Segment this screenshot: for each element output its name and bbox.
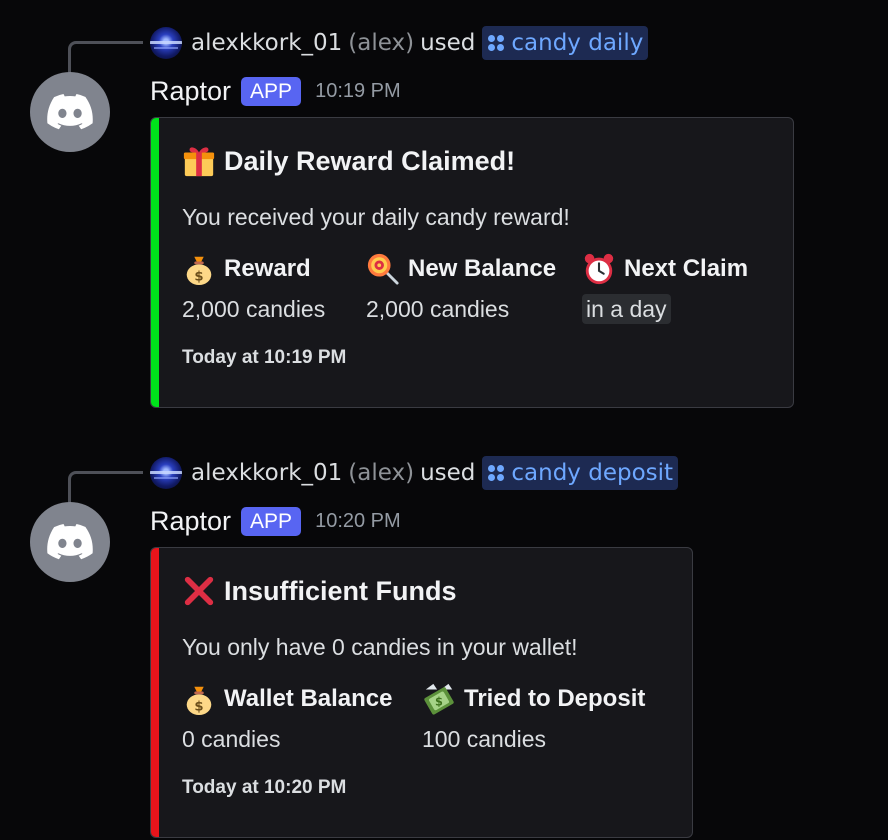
money-with-wings-icon: $ — [424, 683, 454, 715]
galaxy-avatar-icon[interactable] — [150, 457, 182, 489]
gift-icon — [183, 147, 215, 177]
field-value: 2,000 candies — [182, 296, 326, 322]
author-name[interactable]: Raptor — [150, 506, 231, 537]
embed-field-new-balance: New Balance 2,000 candies — [366, 252, 556, 326]
embed-field-wallet-balance: $ Wallet Balance 0 candies — [182, 682, 393, 756]
reply-connector — [68, 41, 143, 74]
timestamp[interactable]: 10:19 PM — [315, 80, 401, 103]
reply-context[interactable]: alexkkork_01 (alex) used candy daily — [150, 26, 649, 60]
embed-field-reward: $ Reward 2,000 candies — [182, 252, 325, 326]
cross-mark-icon — [184, 576, 214, 606]
embed-footer: Today at 10:19 PM — [182, 347, 347, 368]
slash-command-icon — [487, 34, 505, 52]
embed-title-text: Daily Reward Claimed! — [224, 145, 516, 176]
money-bag-icon: $ — [186, 686, 212, 716]
embed-title: Daily Reward Claimed! — [182, 144, 515, 178]
embed-title-text: Insufficient Funds — [224, 575, 457, 606]
field-name: New Balance — [408, 255, 557, 282]
discord-logo-icon[interactable] — [30, 502, 110, 582]
embed-footer: Today at 10:20 PM — [182, 777, 347, 798]
field-value: 100 candies — [422, 726, 547, 752]
field-value: in a day — [582, 292, 748, 326]
reply-context[interactable]: alexkkork_01 (alex) used candy deposit — [150, 456, 679, 490]
message-header: Raptor APP 10:20 PM — [150, 503, 401, 539]
field-name: Next Claim — [624, 255, 749, 282]
reply-used-label: used — [420, 30, 476, 56]
embed-field-next-claim: Next Claim in a day — [582, 252, 748, 326]
embed-card: Insufficient Funds You only have 0 candi… — [150, 547, 693, 838]
command-mention[interactable]: candy daily — [482, 26, 649, 60]
field-value: 0 candies — [182, 726, 281, 752]
svg-text:$: $ — [435, 695, 443, 709]
slash-command-icon — [487, 464, 505, 482]
svg-text:$: $ — [194, 269, 203, 284]
embed-card: Daily Reward Claimed! You received your … — [150, 117, 794, 408]
reply-connector — [68, 471, 143, 504]
command-name[interactable]: candy daily — [511, 30, 643, 56]
embed-accent-bar — [151, 548, 159, 837]
field-name: Reward — [224, 255, 311, 282]
reply-nickname: (alex) — [348, 30, 415, 56]
embed-title: Insufficient Funds — [182, 574, 457, 608]
lollipop-icon — [367, 253, 399, 285]
money-bag-icon: $ — [186, 256, 212, 286]
alarm-clock-icon — [584, 253, 614, 285]
timestamp-code[interactable]: in a day — [582, 294, 671, 324]
reply-username[interactable]: alexkkork_01 — [191, 460, 342, 486]
field-name: Wallet Balance — [224, 685, 393, 712]
embed-description: You only have 0 candies in your wallet! — [182, 634, 578, 660]
reply-nickname: (alex) — [348, 460, 415, 486]
embed-accent-bar — [151, 118, 159, 407]
author-name[interactable]: Raptor — [150, 76, 231, 107]
field-value: 2,000 candies — [366, 296, 510, 322]
command-name[interactable]: candy deposit — [511, 460, 673, 486]
embed-description: You received your daily candy reward! — [182, 204, 570, 230]
timestamp[interactable]: 10:20 PM — [315, 510, 401, 533]
field-name: Tried to Deposit — [464, 685, 646, 712]
app-badge: APP — [241, 506, 302, 536]
reply-username[interactable]: alexkkork_01 — [191, 30, 342, 56]
reply-used-label: used — [420, 460, 476, 486]
embed-field-tried-to-deposit: $ Tried to Deposit 100 candies — [422, 682, 645, 756]
galaxy-avatar-icon[interactable] — [150, 27, 182, 59]
command-mention[interactable]: candy deposit — [482, 456, 679, 490]
message-header: Raptor APP 10:19 PM — [150, 73, 401, 109]
discord-logo-icon[interactable] — [30, 72, 110, 152]
app-badge: APP — [241, 76, 302, 106]
svg-text:$: $ — [194, 699, 203, 714]
